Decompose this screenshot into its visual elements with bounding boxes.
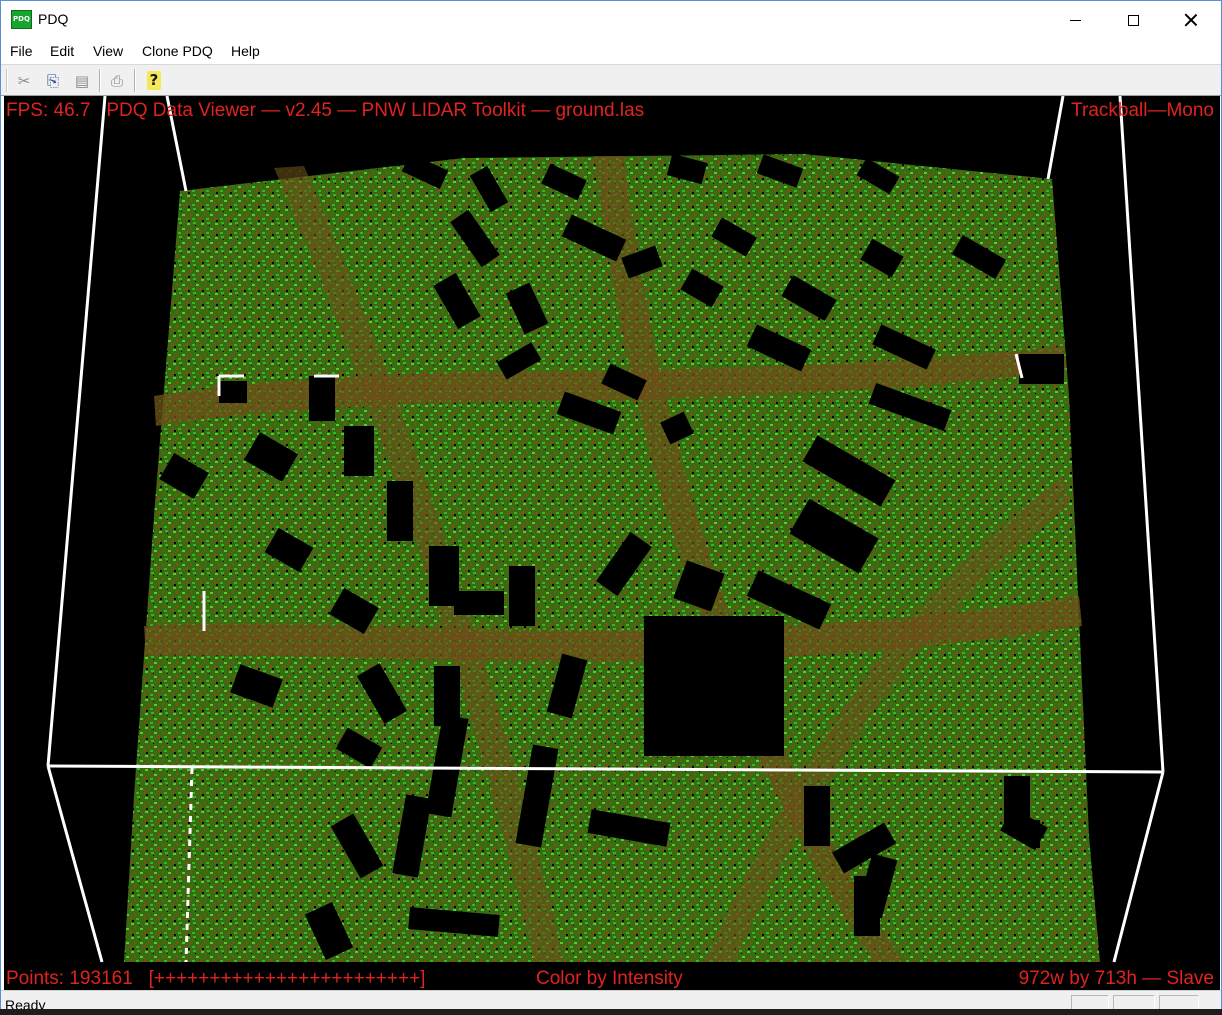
fps-readout: FPS: 46.7 PDQ Data Viewer — v2.45 — PNW …	[6, 100, 644, 122]
building-footprint	[387, 481, 413, 541]
building-footprint	[854, 876, 880, 936]
menu-edit[interactable]: Edit	[50, 43, 74, 59]
building-footprint	[804, 786, 830, 846]
menu-help[interactable]: Help	[231, 43, 260, 59]
taskbar-strip	[0, 1009, 1222, 1015]
print-button[interactable]: ⎙	[105, 69, 129, 92]
building-footprint	[644, 616, 784, 756]
box-edge	[1046, 96, 1065, 180]
cut-button[interactable]: ✂	[12, 69, 36, 92]
toolbar-separator	[134, 69, 136, 92]
menu-file[interactable]: File	[10, 43, 33, 59]
menu-bar: File Edit View Clone PDQ Help	[1, 39, 1221, 65]
paste-icon: ▤	[74, 71, 90, 90]
color-mode: Color by Intensity	[536, 968, 683, 989]
menu-view[interactable]: View	[93, 43, 123, 59]
points-readout: Points: 193161 [++++++++++++++++++++++++…	[6, 968, 425, 990]
box-edge	[46, 765, 104, 963]
load-progress: [++++++++++++++++++++++++]	[148, 968, 426, 989]
building-footprint	[309, 376, 335, 421]
lidar-viewport[interactable]: FPS: 46.7 PDQ Data Viewer — v2.45 — PNW …	[4, 96, 1220, 990]
building-footprint	[1019, 354, 1064, 384]
minimize-icon	[1069, 19, 1081, 21]
minimize-button[interactable]	[1046, 1, 1104, 39]
building-footprint	[219, 381, 247, 403]
viewer-title: PDQ Data Viewer — v2.45 — PNW LIDAR Tool…	[106, 100, 645, 121]
maximize-button[interactable]	[1104, 1, 1162, 39]
maximize-icon	[1127, 14, 1139, 26]
window-title: PDQ	[38, 11, 69, 27]
copy-icon: ⎘	[46, 71, 59, 90]
close-button[interactable]	[1162, 1, 1220, 39]
close-icon	[1184, 13, 1198, 27]
toolbar-grip[interactable]	[6, 69, 8, 92]
help-icon: ?	[147, 71, 161, 90]
help-button[interactable]: ?	[142, 69, 166, 92]
nav-mode: Trackball—Mono	[1071, 100, 1214, 121]
building-footprint	[344, 426, 374, 476]
pdq-window: PDQ PDQ File Edit View Clone PDQ Help ✂ …	[0, 0, 1222, 1015]
fps-text: FPS: 46.7	[6, 100, 91, 121]
scissors-icon: ✂	[17, 71, 31, 90]
pdq-app-icon: PDQ	[11, 10, 32, 29]
box-edge	[46, 96, 107, 767]
box-edge	[1112, 771, 1165, 963]
printer-icon: ⎙	[110, 71, 123, 90]
point-cloud	[124, 154, 1100, 962]
toolbar: ✂ ⎘ ▤ ⎙ ?	[1, 65, 1221, 96]
title-bar[interactable]: PDQ PDQ	[1, 1, 1221, 39]
points-count: Points: 193161	[6, 968, 133, 989]
copy-button[interactable]: ⎘	[41, 69, 65, 92]
building-footprint	[509, 566, 535, 626]
viewport-size: 972w by 713h — Slave	[1018, 968, 1214, 989]
box-edge	[1118, 96, 1165, 773]
building-footprint	[1032, 820, 1040, 848]
menu-clone-pdq[interactable]: Clone PDQ	[142, 43, 213, 59]
point-cloud-canvas[interactable]	[4, 96, 1220, 990]
building-footprint	[454, 591, 504, 615]
toolbar-separator	[99, 69, 101, 92]
paste-button[interactable]: ▤	[70, 69, 94, 92]
